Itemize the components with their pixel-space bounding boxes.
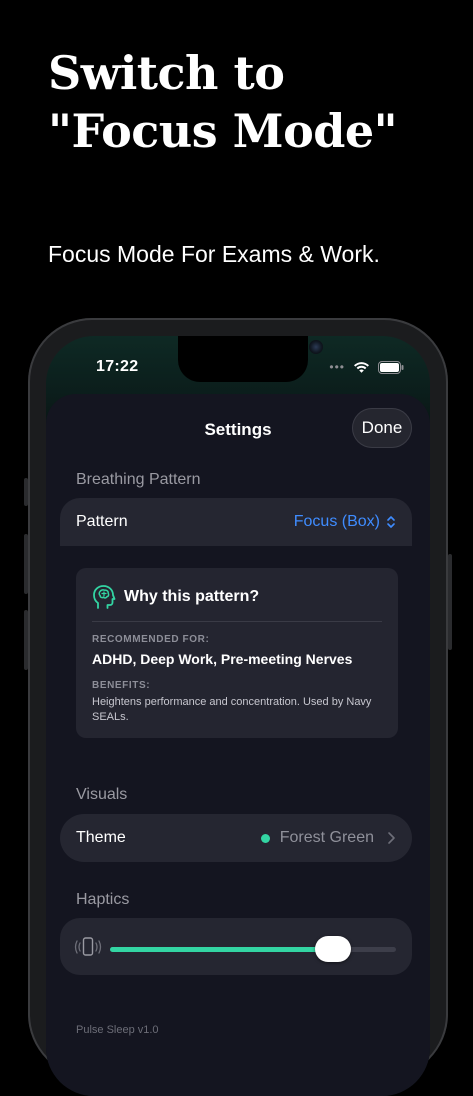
hero-subtitle: Focus Mode For Exams & Work. xyxy=(48,241,380,267)
theme-color-dot xyxy=(260,833,270,843)
vibration-icon xyxy=(74,937,102,956)
camera-icon xyxy=(309,340,323,354)
section-label-visuals: Visuals xyxy=(76,786,128,803)
phone-screen: 17:22 ••• Settings Done Breathing Patter… xyxy=(46,336,430,1096)
haptics-card xyxy=(60,918,412,975)
theme-label: Theme xyxy=(76,829,126,846)
theme-row[interactable]: Theme Forest Green xyxy=(60,814,412,862)
hero-title-line1: Switch to xyxy=(48,46,285,100)
battery-icon xyxy=(378,360,404,374)
notch xyxy=(178,336,323,382)
info-divider xyxy=(92,621,382,622)
benefits-value: Heightens performance and concentration.… xyxy=(92,696,372,723)
volume-up-button xyxy=(24,534,28,594)
benefits-caption: BENEFITS: xyxy=(92,680,151,691)
mute-switch xyxy=(24,478,28,506)
app-version: Pulse Sleep v1.0 xyxy=(76,1024,159,1036)
power-button xyxy=(448,554,452,650)
hero-title: Switch to "Focus Mode" xyxy=(48,44,398,160)
volume-down-button xyxy=(24,610,28,670)
theme-value: Forest Green xyxy=(279,829,374,846)
pattern-picker[interactable]: Focus (Box) xyxy=(294,513,396,531)
pattern-value: Focus (Box) xyxy=(293,513,380,530)
section-label-breathing: Breathing Pattern xyxy=(76,471,201,488)
pattern-label: Pattern xyxy=(76,513,128,530)
recommended-value: ADHD, Deep Work, Pre-meeting Nerves xyxy=(92,651,353,667)
done-button[interactable]: Done xyxy=(352,408,412,448)
haptics-slider-thumb[interactable] xyxy=(315,936,352,962)
theme-value-group: Forest Green xyxy=(260,829,396,847)
info-title: Why this pattern? xyxy=(124,588,260,605)
pattern-row[interactable]: Pattern Focus (Box) xyxy=(60,498,412,546)
section-label-haptics: Haptics xyxy=(76,891,130,908)
settings-sheet: Settings Done Breathing Pattern Pattern … xyxy=(46,394,430,1096)
wifi-icon xyxy=(354,361,369,373)
chevron-right-icon xyxy=(388,832,395,844)
hero-title-line2: "Focus Mode" xyxy=(48,104,398,158)
phone-frame: 17:22 ••• Settings Done Breathing Patter… xyxy=(24,318,452,1096)
chevron-updown-icon xyxy=(387,516,395,528)
visuals-card: Theme Forest Green xyxy=(60,814,412,862)
pattern-card: Pattern Focus (Box) xyxy=(60,498,412,546)
pattern-info-box: Why this pattern? RECOMMENDED FOR: ADHD,… xyxy=(76,568,398,738)
haptics-slider-track[interactable] xyxy=(110,947,396,952)
recommended-caption: RECOMMENDED FOR: xyxy=(92,634,210,645)
status-time: 17:22 xyxy=(96,358,139,375)
signal-dots: ••• xyxy=(329,360,345,374)
status-icons: ••• xyxy=(329,358,404,376)
haptics-slider-fill xyxy=(110,947,334,952)
head-brain-icon xyxy=(93,585,116,609)
